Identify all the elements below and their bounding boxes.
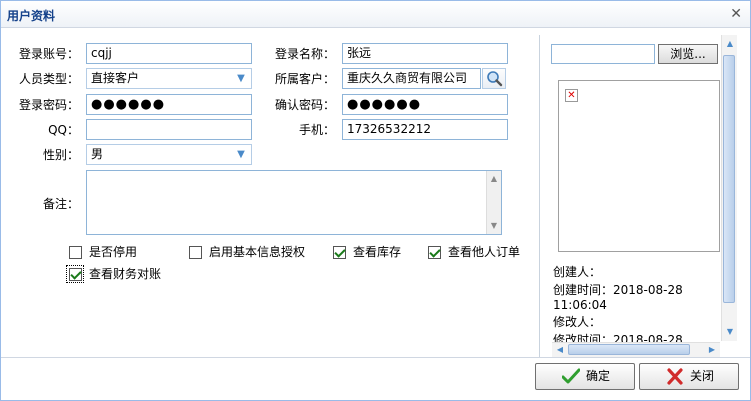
basic-info-auth-checkbox[interactable]: [189, 246, 202, 259]
password-label: 登录密码：: [18, 98, 79, 112]
ok-button[interactable]: 确定: [535, 363, 635, 390]
dialog-footer: [1, 357, 750, 400]
scroll-down-icon[interactable]: ▼: [723, 325, 737, 339]
customer-search-button[interactable]: [482, 68, 506, 89]
customer-input[interactable]: 重庆久久商贸有限公司: [342, 68, 481, 89]
view-finance-label[interactable]: 查看财务对账: [89, 266, 161, 282]
login-name-label: 登录名称：: [274, 47, 335, 61]
scroll-up-icon[interactable]: ▲: [723, 37, 737, 51]
close-button[interactable]: 关闭: [639, 363, 739, 390]
view-others-orders-label[interactable]: 查看他人订单: [448, 244, 520, 260]
scroll-up-icon[interactable]: ▲: [487, 172, 501, 186]
view-inventory-label[interactable]: 查看库存: [353, 244, 401, 260]
created-time-clock: 11:06:04: [553, 298, 607, 312]
panel-divider: [539, 35, 540, 357]
password-input[interactable]: ●●●●●●: [86, 94, 252, 115]
login-account-label: 登录账号：: [18, 47, 79, 61]
gender-select[interactable]: 男 ▼: [86, 144, 252, 165]
person-type-select[interactable]: 直接客户 ▼: [86, 68, 252, 89]
remark-label: 备注：: [42, 197, 79, 211]
user-profile-dialog: 用户资料 ✕ 登录账号： cqjj 登录名称： 张远 人员类型： 直接客户 ▼ …: [0, 0, 751, 401]
qq-input[interactable]: [86, 119, 252, 140]
basic-info-auth-label[interactable]: 启用基本信息授权: [209, 244, 305, 260]
disabled-checkbox[interactable]: [69, 246, 82, 259]
gender-value: 男: [91, 147, 104, 161]
gender-label: 性别：: [42, 148, 79, 162]
dialog-title: 用户资料: [7, 9, 56, 23]
ok-label: 确定: [586, 369, 611, 383]
modifier-text: 修改人：: [553, 315, 602, 329]
photo-panel: 浏览... ✕ 创建人： 创建时间：2018-08-28 11:06:04 修改…: [541, 35, 739, 357]
scroll-down-icon[interactable]: ▼: [487, 219, 501, 233]
close-label: 关闭: [690, 369, 715, 383]
photo-file-input[interactable]: [551, 44, 655, 64]
person-type-value: 直接客户: [91, 71, 140, 85]
panel-hscroll-thumb[interactable]: [568, 344, 690, 355]
title-bar[interactable]: 用户资料 ✕: [1, 1, 750, 28]
checkmark-icon: [562, 368, 580, 384]
close-icon[interactable]: ✕: [730, 6, 742, 22]
creator-text: 创建人：: [553, 265, 602, 279]
mobile-label: 手机：: [298, 123, 335, 137]
view-others-orders-checkbox[interactable]: [428, 246, 441, 259]
qq-label: QQ：: [48, 123, 79, 137]
login-account-input[interactable]: cqjj: [86, 43, 252, 64]
photo-frame: ✕: [558, 80, 720, 252]
scroll-left-icon[interactable]: ◀: [553, 343, 567, 357]
person-type-label: 人员类型：: [18, 72, 79, 86]
created-time-text: 创建时间：2018-08-28: [553, 283, 683, 297]
confirm-password-input[interactable]: ●●●●●●: [342, 94, 508, 115]
login-name-input[interactable]: 张远: [342, 43, 508, 64]
scroll-right-icon[interactable]: ▶: [705, 343, 719, 357]
remark-scrollbar[interactable]: ▲ ▼: [486, 171, 501, 234]
search-icon: [487, 71, 503, 87]
customer-label: 所属客户：: [274, 72, 335, 86]
broken-image-icon: ✕: [565, 89, 578, 102]
chevron-down-icon[interactable]: ▼: [234, 72, 248, 86]
browse-button[interactable]: 浏览...: [658, 44, 718, 64]
cancel-icon: [667, 368, 683, 385]
view-finance-checkbox[interactable]: [69, 268, 82, 281]
mobile-input[interactable]: 17326532212: [342, 119, 508, 140]
panel-vscroll-thumb[interactable]: [723, 55, 735, 303]
remark-textarea[interactable]: ▲ ▼: [86, 170, 502, 235]
chevron-down-icon[interactable]: ▼: [234, 148, 248, 162]
confirm-password-label: 确认密码：: [274, 98, 335, 112]
view-inventory-checkbox[interactable]: [333, 246, 346, 259]
disabled-checkbox-label[interactable]: 是否停用: [89, 244, 137, 260]
